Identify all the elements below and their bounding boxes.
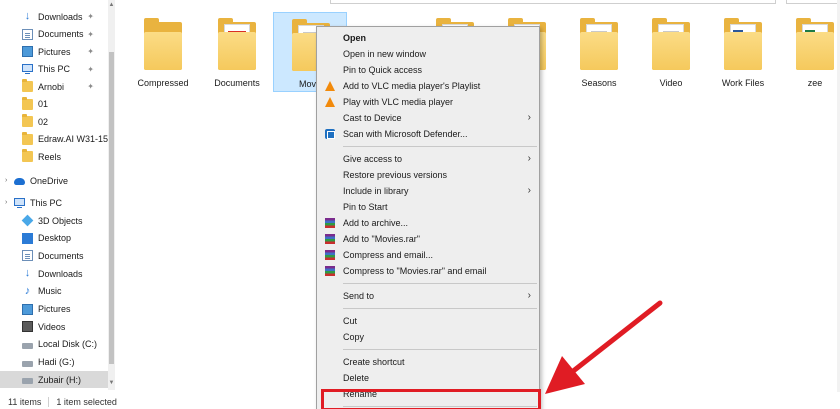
- item-count: 11 items: [8, 396, 42, 407]
- status-bar: 11 items 1 item selected: [0, 394, 840, 409]
- selection-count: 1 item selected: [56, 396, 117, 407]
- annotation-arrow: [545, 300, 663, 394]
- status-separator: [48, 396, 50, 407]
